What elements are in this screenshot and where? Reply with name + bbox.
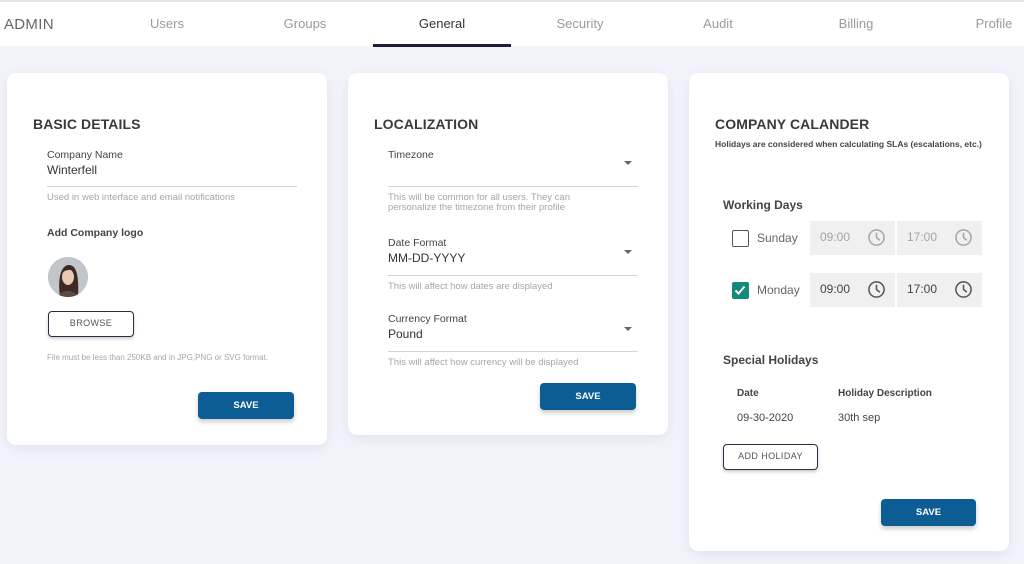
localization-save-button[interactable]: SAVE: [540, 383, 636, 410]
company-logo-avatar: [48, 257, 88, 297]
timezone-hint-line2: personalize the timezone from their prof…: [388, 202, 565, 213]
clock-icon: [868, 281, 885, 298]
currency-format-dropdown-arrow-icon[interactable]: [624, 327, 632, 331]
holiday-date-cell: 09-30-2020: [737, 412, 794, 424]
basic-details-title: BASIC DETAILS: [33, 116, 141, 132]
company-name-input[interactable]: Winterfell: [47, 163, 297, 185]
tab-groups[interactable]: Groups: [235, 16, 375, 31]
currency-format-underline: [388, 351, 638, 352]
currency-format-select[interactable]: Pound: [388, 327, 638, 349]
tab-profile[interactable]: Profile: [924, 16, 1024, 31]
clock-icon: [868, 229, 885, 246]
company-name-underline: [47, 186, 297, 187]
date-format-underline: [388, 275, 638, 276]
sunday-label: Sunday: [757, 231, 798, 245]
working-days-title: Working Days: [723, 198, 803, 212]
sunday-end-time[interactable]: 17:00: [897, 221, 982, 255]
currency-format-label: Currency Format: [388, 313, 467, 325]
clock-icon: [955, 229, 972, 246]
currency-format-hint: This will affect how currency will be di…: [388, 357, 579, 368]
tab-users[interactable]: Users: [97, 16, 237, 31]
company-logo-label: Add Company logo: [47, 227, 144, 239]
tab-audit[interactable]: Audit: [648, 16, 788, 31]
file-format-hint: File must be less than 250KB and in JPG,…: [47, 353, 268, 362]
holiday-date-column-header: Date: [737, 388, 759, 399]
basic-details-card: BASIC DETAILS Company Name Winterfell Us…: [7, 73, 327, 445]
calendar-save-button[interactable]: SAVE: [881, 499, 976, 526]
sunday-checkbox[interactable]: [732, 230, 749, 247]
tab-security[interactable]: Security: [510, 16, 650, 31]
company-name-hint: Used in web interface and email notifica…: [47, 192, 235, 203]
tab-billing[interactable]: Billing: [786, 16, 926, 31]
checkmark-icon: [734, 285, 746, 295]
date-format-select[interactable]: MM-DD-YYYY: [388, 251, 638, 273]
active-tab-indicator: [373, 44, 511, 47]
special-holidays-title: Special Holidays: [723, 353, 819, 367]
monday-start-time[interactable]: 09:00: [810, 273, 895, 307]
browse-button[interactable]: BROWSE: [48, 311, 134, 337]
company-calendar-title: COMPANY CALANDER: [715, 116, 870, 132]
sunday-end-time-value: 17:00: [907, 230, 938, 244]
timezone-select[interactable]: [388, 163, 638, 185]
date-format-label: Date Format: [388, 237, 447, 249]
add-holiday-button[interactable]: ADD HOLIDAY: [723, 444, 818, 470]
monday-label: Monday: [757, 283, 800, 297]
company-name-label: Company Name: [47, 149, 123, 161]
timezone-underline: [388, 186, 638, 187]
date-format-hint: This will affect how dates are displayed: [388, 281, 553, 292]
timezone-dropdown-arrow-icon[interactable]: [624, 161, 632, 165]
localization-card: LOCALIZATION Timezone This will be commo…: [348, 73, 668, 435]
sunday-start-time[interactable]: 09:00: [810, 221, 895, 255]
company-calendar-description: Holidays are considered when calculating…: [715, 139, 982, 149]
tab-general[interactable]: General: [372, 16, 512, 31]
holiday-description-column-header: Holiday Description: [838, 388, 932, 399]
monday-checkbox[interactable]: [732, 282, 749, 299]
monday-start-time-value: 09:00: [820, 282, 851, 296]
brand-title: ADMIN: [4, 16, 54, 33]
holiday-description-cell: 30th sep: [838, 412, 881, 424]
avatar-image-icon: [48, 257, 88, 297]
clock-icon: [955, 281, 972, 298]
timezone-label: Timezone: [388, 149, 434, 161]
top-navigation: ADMIN Users Groups General Security Audi…: [0, 0, 1024, 47]
date-format-dropdown-arrow-icon[interactable]: [624, 250, 632, 254]
basic-details-save-button[interactable]: SAVE: [198, 392, 294, 419]
monday-end-time[interactable]: 17:00: [897, 273, 982, 307]
localization-title: LOCALIZATION: [374, 116, 479, 132]
sunday-start-time-value: 09:00: [820, 230, 851, 244]
company-calendar-card: COMPANY CALANDER Holidays are considered…: [689, 73, 1009, 551]
monday-end-time-value: 17:00: [907, 282, 938, 296]
